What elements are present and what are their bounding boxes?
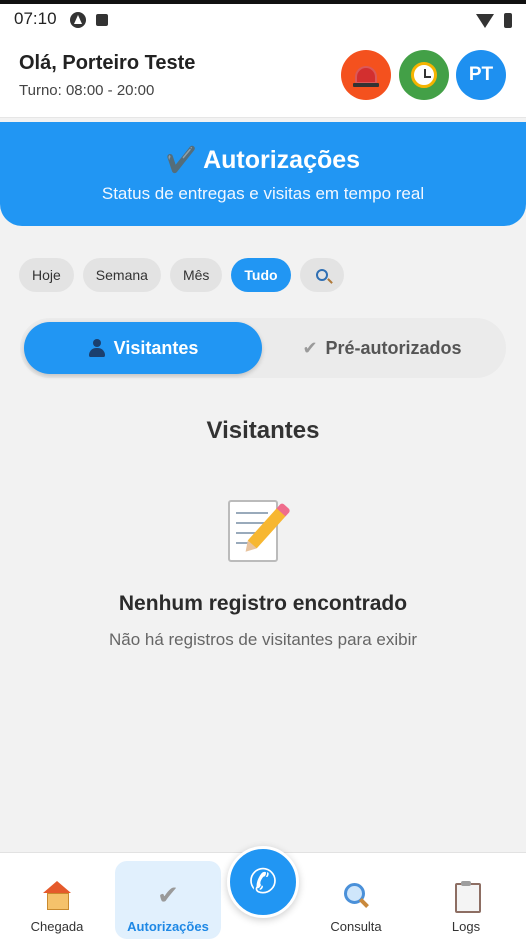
house-icon bbox=[43, 881, 71, 910]
nav-label-consulta: Consulta bbox=[330, 919, 382, 934]
battery-icon bbox=[504, 13, 512, 28]
period-filters: Hoje Semana Mês Tudo bbox=[19, 258, 344, 292]
nav-item-autorizacoes[interactable]: ✔ Autorizações bbox=[115, 861, 221, 939]
siren-icon bbox=[353, 66, 379, 87]
filter-chip-mes[interactable]: Mês bbox=[169, 258, 223, 292]
tab-pre-autorizados[interactable]: ✔ Pré-autorizados bbox=[262, 322, 502, 374]
page-subtitle: Status de entregas e visitas em tempo re… bbox=[101, 184, 425, 203]
filter-chip-tudo[interactable]: Tudo bbox=[231, 258, 291, 292]
shift-text: Turno: 08:00 - 20:00 bbox=[19, 82, 155, 99]
page-banner: ✔️ Autorizações Status de entregas e vis… bbox=[0, 122, 526, 226]
filter-chip-hoje[interactable]: Hoje bbox=[19, 258, 74, 292]
check-icon: ✔ bbox=[157, 880, 179, 910]
clipboard-icon bbox=[452, 881, 481, 913]
call-button[interactable]: ✆ bbox=[227, 846, 299, 918]
empty-state-message: Não há registros de visitantes para exib… bbox=[108, 630, 418, 649]
tab-switcher: Visitantes ✔ Pré-autorizados bbox=[20, 318, 506, 378]
nav-label-chegada: Chegada bbox=[30, 919, 84, 934]
empty-state-title: Nenhum registro encontrado bbox=[118, 592, 408, 615]
stopwatch-icon bbox=[411, 62, 437, 88]
page-title: ✔️ Autorizações bbox=[165, 146, 361, 174]
search-button[interactable] bbox=[299, 258, 344, 292]
tab-pre-autorizados-label: Pré-autorizados bbox=[325, 337, 462, 358]
nav-item-logs[interactable]: Logs bbox=[413, 861, 519, 939]
nav-item-chegada[interactable]: Chegada bbox=[4, 861, 110, 939]
app-header: Olá, Porteiro Teste Turno: 08:00 - 20:00… bbox=[0, 34, 526, 118]
nav-item-consulta[interactable]: Consulta bbox=[303, 861, 409, 939]
wifi-icon bbox=[476, 14, 494, 28]
timer-button[interactable] bbox=[399, 50, 449, 100]
app-notification-icon-2 bbox=[96, 14, 108, 26]
phone-icon: ✆ bbox=[248, 863, 278, 901]
tab-visitantes-label: Visitantes bbox=[113, 337, 199, 358]
section-title: Visitantes bbox=[206, 417, 320, 444]
person-icon bbox=[88, 339, 106, 357]
tab-visitantes[interactable]: Visitantes bbox=[24, 322, 262, 374]
status-bar: 07:10 bbox=[0, 0, 526, 34]
magnifier-icon bbox=[342, 881, 370, 909]
app-notification-icon bbox=[70, 12, 86, 28]
search-icon bbox=[315, 269, 328, 281]
memo-icon bbox=[228, 498, 287, 564]
nav-label-autorizacoes: Autorizações bbox=[127, 919, 209, 934]
filter-chip-semana[interactable]: Semana bbox=[82, 258, 161, 292]
nav-label-logs: Logs bbox=[451, 919, 481, 934]
avatar[interactable]: PT bbox=[456, 50, 506, 100]
greeting-text: Olá, Porteiro Teste bbox=[19, 52, 196, 74]
check-icon: ✔ bbox=[302, 337, 318, 358]
status-time: 07:10 bbox=[14, 9, 57, 28]
emergency-alarm-button[interactable] bbox=[341, 50, 391, 100]
